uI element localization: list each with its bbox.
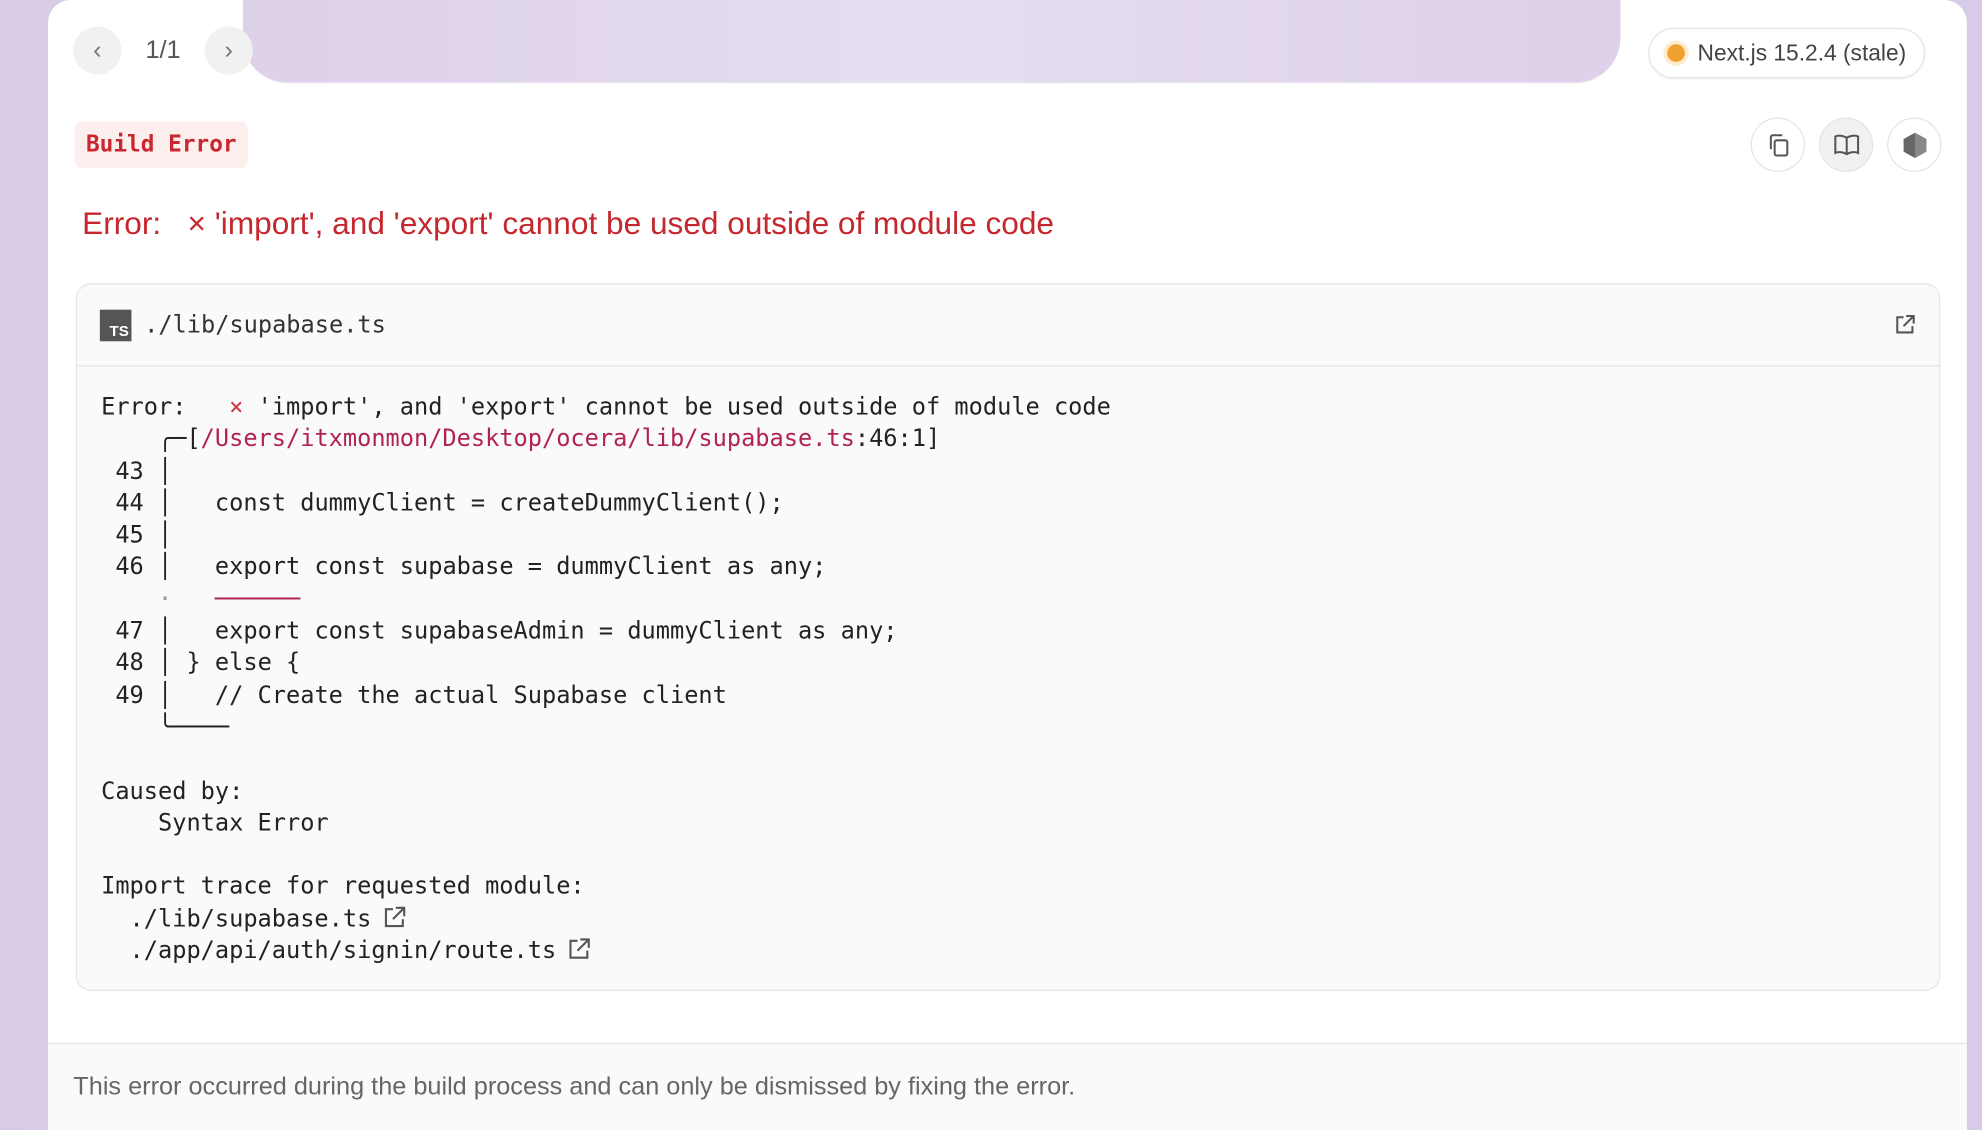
line-code: export const supabase = dummyClient as a… bbox=[172, 554, 827, 581]
footer-message: This error occurred during the build pro… bbox=[73, 1072, 1076, 1101]
error-line: Error: × 'import', and 'export' cannot b… bbox=[101, 392, 1111, 424]
trace-path: ./app/api/auth/signin/route.ts bbox=[101, 937, 557, 965]
code-frame-header: TS ./lib/supabase.ts bbox=[77, 284, 1939, 367]
toolbar bbox=[1750, 117, 1942, 172]
error-pager: ‹ 1/1 › bbox=[73, 26, 253, 75]
caused-by-value: Syntax Error bbox=[101, 810, 329, 837]
error-message: 'import', and 'export' cannot be used ou… bbox=[243, 394, 1111, 421]
code-frame: Error: × 'import', and 'export' cannot b… bbox=[101, 392, 1111, 968]
docs-button[interactable] bbox=[1818, 117, 1874, 172]
error-title-prefix: Error: bbox=[82, 206, 162, 242]
location-line: ╭─[/Users/itxmonmon/Desktop/ocera/lib/su… bbox=[101, 424, 1111, 456]
caused-by-label: Caused by: bbox=[101, 778, 244, 805]
copy-icon bbox=[1769, 133, 1788, 156]
chevron-right-icon: › bbox=[224, 36, 233, 64]
import-trace-label: Import trace for requested module: bbox=[101, 873, 585, 901]
nextjs-version-badge[interactable]: Next.js 15.2.4 (stale) bbox=[1648, 27, 1926, 79]
line-number: 47 │ bbox=[101, 618, 173, 645]
file-path-link[interactable]: /Users/itxmonmon/Desktop/ocera/lib/supab… bbox=[201, 426, 855, 453]
line-position: :46:1] bbox=[854, 426, 941, 453]
line-code: } else { bbox=[172, 650, 301, 677]
error-marker-line: · ────── bbox=[101, 584, 1111, 616]
error-underline: ────── bbox=[172, 586, 301, 613]
header-notch bbox=[242, 0, 1621, 84]
line-number: 43 │ bbox=[101, 458, 173, 485]
line-number: 45 │ bbox=[101, 522, 173, 549]
frame-open: ╭─[ bbox=[101, 426, 201, 453]
previous-error-button[interactable]: ‹ bbox=[73, 26, 122, 75]
build-error-badge: Build Error bbox=[74, 121, 249, 169]
version-label: Next.js 15.2.4 (stale) bbox=[1697, 39, 1907, 66]
frame-close: ╰──── bbox=[101, 714, 230, 741]
code-line: 44 │ const dummyClient = createDummyClie… bbox=[101, 488, 1111, 520]
open-in-editor-icon[interactable] bbox=[1893, 313, 1916, 336]
nextjs-button[interactable] bbox=[1887, 117, 1942, 172]
copy-button[interactable] bbox=[1750, 117, 1805, 172]
error-x-mark: × bbox=[229, 394, 244, 421]
error-x-mark: × bbox=[187, 206, 206, 242]
typescript-file-icon: TS bbox=[99, 309, 132, 341]
stale-status-dot bbox=[1667, 44, 1685, 62]
nextjs-hexagon-icon bbox=[1902, 132, 1926, 158]
code-line: 46 │ export const supabase = dummyClient… bbox=[101, 552, 1111, 584]
line-number: 46 │ bbox=[101, 554, 173, 581]
line-number: 44 │ bbox=[101, 490, 173, 517]
line-number: 48 │ bbox=[101, 650, 173, 677]
code-frame-card: TS ./lib/supabase.ts Error: × 'import', … bbox=[75, 283, 1941, 991]
line-code: const dummyClient = createDummyClient(); bbox=[172, 490, 784, 517]
marker-dot: · bbox=[101, 586, 173, 613]
footer: This error occurred during the build pro… bbox=[48, 1042, 1967, 1130]
line-code: // Create the actual Supabase client bbox=[172, 682, 727, 709]
docs-book-icon bbox=[1833, 134, 1859, 155]
line-number: 49 │ bbox=[101, 682, 173, 709]
error-overlay: ‹ 1/1 › Next.js 15.2.4 (stale) Build Err… bbox=[0, 0, 1982, 1130]
import-trace-item: ./app/api/auth/signin/route.ts bbox=[101, 935, 1111, 967]
error-title-message: 'import', and 'export' cannot be used ou… bbox=[214, 206, 1054, 242]
error-title: Error: × 'import', and 'export' cannot b… bbox=[82, 206, 1054, 243]
code-line: 43 │ bbox=[101, 456, 1111, 488]
chevron-left-icon: ‹ bbox=[93, 36, 102, 64]
code-line: 45 │ bbox=[101, 520, 1111, 552]
line-code: export const supabaseAdmin = dummyClient… bbox=[172, 618, 898, 645]
code-line: 47 │ export const supabaseAdmin = dummyC… bbox=[101, 616, 1111, 648]
next-error-button[interactable]: › bbox=[204, 26, 253, 75]
open-in-editor-icon[interactable] bbox=[566, 937, 591, 962]
error-prefix: Error: bbox=[101, 394, 230, 421]
code-line: 49 │ // Create the actual Supabase clien… bbox=[101, 680, 1111, 712]
code-line: 48 │ } else { bbox=[101, 648, 1111, 680]
pager-count: 1/1 bbox=[145, 36, 181, 64]
trace-path: ./lib/supabase.ts bbox=[101, 905, 372, 933]
file-name: ./lib/supabase.ts bbox=[144, 311, 386, 339]
open-in-editor-icon[interactable] bbox=[381, 905, 406, 930]
import-trace-item: ./lib/supabase.ts bbox=[101, 903, 1111, 935]
